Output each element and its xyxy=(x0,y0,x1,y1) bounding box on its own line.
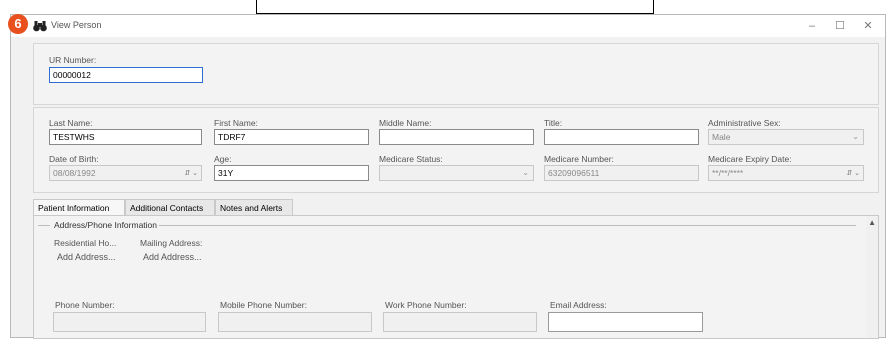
phone-number-label: Phone Number: xyxy=(55,300,115,310)
patient-information-panel: Address/Phone Information Residential Ho… xyxy=(33,215,879,339)
address-phone-group-title: Address/Phone Information xyxy=(52,220,160,230)
work-phone-label: Work Phone Number: xyxy=(385,300,467,310)
medicare-expiry-field[interactable]: **/**/**** ⇵ ⌄ xyxy=(708,165,864,181)
title-bar: View Person – ☐ ✕ xyxy=(11,15,885,37)
mailing-address-label: Mailing Address: xyxy=(140,238,203,248)
medicare-number-label: Medicare Number: xyxy=(544,154,614,164)
administrative-sex-value: Male xyxy=(712,132,731,142)
chevron-down-icon: ⌄ xyxy=(852,132,859,141)
view-person-window: View Person – ☐ ✕ UR Number: 00000012 La… xyxy=(10,14,886,339)
last-name-field[interactable]: TESTWHS xyxy=(49,129,202,145)
age-field[interactable]: 31Y xyxy=(214,165,369,181)
tab-patient-information[interactable]: Patient Information xyxy=(33,199,125,215)
add-residential-address-link[interactable]: Add Address... xyxy=(57,252,116,262)
residential-address-label: Residential Ho... xyxy=(54,238,117,248)
phone-number-field[interactable] xyxy=(53,312,206,332)
close-button[interactable]: ✕ xyxy=(857,17,879,35)
vertical-scrollbar[interactable]: ▲ xyxy=(866,216,878,338)
email-address-label: Email Address: xyxy=(550,300,607,310)
title-field[interactable] xyxy=(544,129,699,145)
medicare-status-select[interactable]: ⌄ xyxy=(379,165,534,181)
first-name-label: First Name: xyxy=(214,118,258,128)
ur-number-field[interactable]: 00000012 xyxy=(49,67,203,83)
dob-label: Date of Birth: xyxy=(49,154,99,164)
spinner-dropdown-icon[interactable]: ⇵ ⌄ xyxy=(846,167,860,180)
top-frame-box xyxy=(256,0,654,14)
last-name-label: Last Name: xyxy=(49,118,93,128)
middle-name-field[interactable] xyxy=(379,129,534,145)
maximize-button[interactable]: ☐ xyxy=(829,17,851,35)
title-label: Title: xyxy=(544,118,563,128)
first-name-field[interactable]: TDRF7 xyxy=(214,129,369,145)
ur-section: UR Number: 00000012 xyxy=(33,43,879,105)
add-mailing-address-link[interactable]: Add Address... xyxy=(143,252,202,262)
medicare-number-field[interactable]: 63209096511 xyxy=(544,165,699,181)
group-divider xyxy=(156,225,856,226)
work-phone-field[interactable] xyxy=(383,312,537,332)
dob-field[interactable]: 08/08/1992 ⇵ ⌄ xyxy=(49,165,202,181)
window-title: View Person xyxy=(51,20,102,30)
administrative-sex-select[interactable]: Male ⌄ xyxy=(708,129,864,145)
person-details-section: Last Name: TESTWHS First Name: TDRF7 Mid… xyxy=(33,107,879,193)
step-badge: 6 xyxy=(8,14,28,34)
tab-notes-and-alerts[interactable]: Notes and Alerts xyxy=(215,199,293,215)
mobile-phone-label: Mobile Phone Number: xyxy=(220,300,307,310)
age-label: Age: xyxy=(214,154,232,164)
mobile-phone-field[interactable] xyxy=(218,312,372,332)
middle-name-label: Middle Name: xyxy=(379,118,432,128)
chevron-down-icon: ⌄ xyxy=(522,168,529,177)
medicare-expiry-label: Medicare Expiry Date: xyxy=(708,154,792,164)
email-address-field[interactable] xyxy=(548,312,703,332)
binoculars-icon xyxy=(33,21,47,32)
medicare-status-label: Medicare Status: xyxy=(379,154,443,164)
ur-number-label: UR Number: xyxy=(49,55,97,65)
administrative-sex-label: Administrative Sex: xyxy=(708,118,781,128)
scroll-up-arrow-icon[interactable]: ▲ xyxy=(868,218,876,227)
dob-value: 08/08/1992 xyxy=(53,168,96,178)
spinner-dropdown-icon[interactable]: ⇵ ⌄ xyxy=(184,167,198,180)
minimize-button[interactable]: – xyxy=(801,17,823,35)
tab-additional-contacts[interactable]: Additional Contacts xyxy=(125,199,215,215)
medicare-expiry-value: **/**/**** xyxy=(712,168,744,178)
group-divider xyxy=(38,225,50,226)
